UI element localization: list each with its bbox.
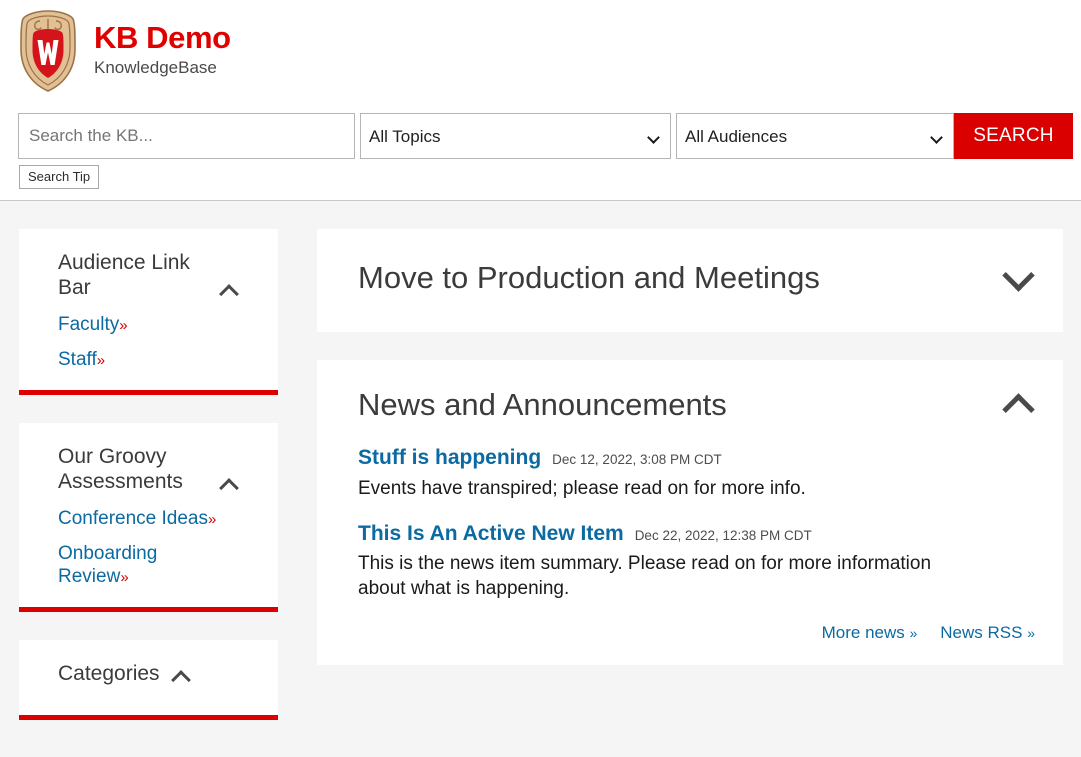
sidebar-link-label: Staff xyxy=(58,349,97,371)
main-content: Move to Production and Meetings News and… xyxy=(317,229,1063,693)
site-header: KB Demo KnowledgeBase All Topics All Aud… xyxy=(0,0,1081,201)
topics-select[interactable]: All Topics xyxy=(360,113,671,159)
search-tip-button[interactable]: Search Tip xyxy=(19,165,100,190)
double-chevron-right-icon: » xyxy=(1027,624,1035,641)
double-chevron-right-icon: » xyxy=(120,569,128,587)
news-item-title[interactable]: Stuff is happening xyxy=(358,445,541,470)
double-chevron-right-icon: » xyxy=(96,352,105,370)
panel-news-and-announcements: News and Announcements Stuff is happenin… xyxy=(317,360,1063,665)
sidebar-card-audience-link-bar: Audience Link Bar Faculty» Staff» xyxy=(19,229,278,396)
sidebar-link-label: Faculty xyxy=(58,313,120,335)
double-chevron-right-icon: » xyxy=(909,624,917,641)
brand-text: KB Demo KnowledgeBase xyxy=(94,20,231,80)
brand-row: KB Demo KnowledgeBase xyxy=(0,0,1081,92)
chevron-up-icon[interactable] xyxy=(220,286,237,296)
search-input[interactable] xyxy=(18,113,355,159)
chevron-down-icon[interactable] xyxy=(1004,269,1032,286)
page-body: Audience Link Bar Faculty» Staff» Our Gr… xyxy=(0,201,1081,757)
news-item: Stuff is happening Dec 12, 2022, 3:08 PM… xyxy=(358,445,1036,500)
panel-header[interactable]: Move to Production and Meetings xyxy=(358,259,1036,296)
sidebar-card-categories: Categories xyxy=(19,640,278,720)
search-bar: All Topics All Audiences SEARCH xyxy=(0,113,1081,161)
news-item-date: Dec 22, 2022, 12:38 PM CDT xyxy=(634,527,812,543)
sidebar-card-header[interactable]: Audience Link Bar xyxy=(58,251,256,301)
news-item: This Is An Active New Item Dec 22, 2022,… xyxy=(358,521,1036,601)
panel-title: Move to Production and Meetings xyxy=(358,260,820,295)
sidebar-card-header[interactable]: Categories xyxy=(58,662,256,687)
news-rss-link[interactable]: News RSS » xyxy=(940,622,1035,643)
news-item-title[interactable]: This Is An Active New Item xyxy=(358,521,624,546)
panel-move-to-production-and-meetings: Move to Production and Meetings xyxy=(317,229,1063,333)
more-news-link[interactable]: More news » xyxy=(821,622,918,643)
topics-select-wrap: All Topics xyxy=(360,113,671,159)
uw-crest-logo-icon xyxy=(16,9,80,93)
sidebar-card-title: Audience Link Bar xyxy=(58,251,190,299)
news-item-header: Stuff is happening Dec 12, 2022, 3:08 PM… xyxy=(358,445,1036,470)
more-news-label: More news xyxy=(821,622,905,642)
sidebar-link-label: Onboarding Review xyxy=(58,543,158,588)
news-item-date: Dec 12, 2022, 3:08 PM CDT xyxy=(552,452,722,468)
double-chevron-right-icon: » xyxy=(119,316,127,334)
audiences-select-wrap: All Audiences xyxy=(676,113,954,159)
news-item-summary: This is the news item summary. Please re… xyxy=(358,552,932,599)
sidebar-link-faculty[interactable]: Faculty» xyxy=(58,314,228,337)
site-title: KB Demo xyxy=(94,20,231,56)
panel-title: News and Announcements xyxy=(358,387,727,423)
sidebar-card-title: Our Groovy Assessments xyxy=(58,445,183,493)
search-tip-row: Search Tip xyxy=(0,165,1081,190)
chevron-up-icon[interactable] xyxy=(220,480,237,490)
sidebar-card-our-groovy-assessments: Our Groovy Assessments Conference Ideas»… xyxy=(19,423,278,613)
double-chevron-right-icon: » xyxy=(208,510,216,528)
sidebar-card-header[interactable]: Our Groovy Assessments xyxy=(58,445,256,495)
panel-header[interactable]: News and Announcements xyxy=(358,386,1036,423)
news-list: Stuff is happening Dec 12, 2022, 3:08 PM… xyxy=(358,445,1036,601)
news-rss-label: News RSS xyxy=(940,622,1023,642)
sidebar-card-title: Categories xyxy=(58,662,160,686)
news-item-header: This Is An Active New Item Dec 22, 2022,… xyxy=(358,521,1036,546)
sidebar-link-staff[interactable]: Staff» xyxy=(58,349,228,372)
audiences-select[interactable]: All Audiences xyxy=(676,113,954,159)
search-button[interactable]: SEARCH xyxy=(954,113,1073,159)
news-footer: More news » News RSS » xyxy=(358,623,1036,643)
sidebar-link-conference-ideas[interactable]: Conference Ideas» xyxy=(58,508,228,531)
news-item-summary: Events have transpired; please read on f… xyxy=(358,477,806,499)
sidebar: Audience Link Bar Faculty» Staff» Our Gr… xyxy=(19,229,278,748)
chevron-up-icon[interactable] xyxy=(1004,396,1032,413)
sidebar-link-label: Conference Ideas xyxy=(58,507,208,529)
chevron-up-icon[interactable] xyxy=(172,672,189,682)
site-subtitle: KnowledgeBase xyxy=(94,57,217,77)
sidebar-link-onboarding-review[interactable]: Onboarding Review» xyxy=(58,543,228,589)
